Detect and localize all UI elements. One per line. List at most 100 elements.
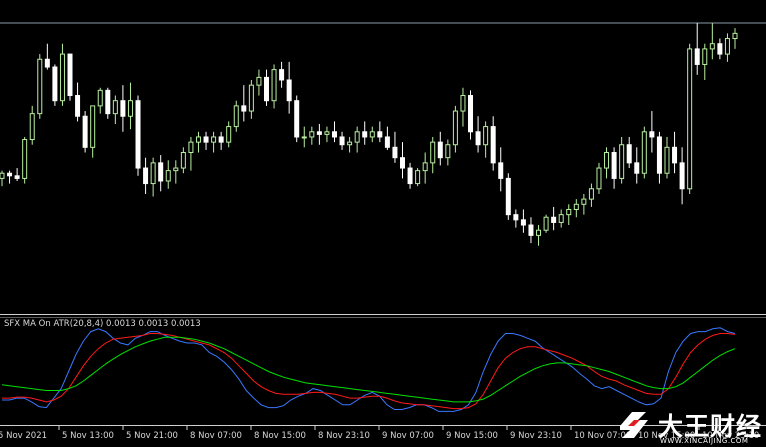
candle (641, 126, 647, 179)
price-chart[interactable] (0, 0, 766, 447)
candle (59, 43, 65, 106)
candle (271, 64, 277, 109)
candle (400, 142, 406, 179)
candle (331, 121, 337, 143)
candle (437, 131, 443, 166)
candle (127, 82, 133, 130)
candle (588, 183, 594, 207)
candle (611, 147, 617, 189)
candle (263, 69, 269, 106)
candle (490, 116, 496, 171)
time-axis-label: 5 Nov 13:00 (62, 431, 114, 441)
candle (7, 170, 13, 184)
candle (143, 157, 149, 194)
candle (656, 131, 662, 184)
candle (369, 126, 375, 143)
candle (445, 139, 451, 166)
candle (14, 168, 20, 181)
candlestick-series (0, 23, 738, 246)
candle (415, 168, 421, 187)
candle (218, 131, 224, 150)
candle (384, 126, 390, 150)
candle (347, 136, 353, 153)
candle (233, 100, 239, 132)
candle (483, 121, 489, 158)
indicator-label: SFX MA On ATR(20,8,4) 0.0013 0.0013 0.00… (4, 319, 201, 329)
candle (619, 136, 625, 184)
candle (520, 209, 526, 233)
candle (528, 217, 534, 244)
candle (120, 85, 126, 132)
candle (475, 116, 481, 153)
candle (407, 162, 413, 189)
candle (188, 136, 194, 171)
time-axis-label: 8 Nov 23:10 (318, 431, 370, 441)
candle (724, 33, 730, 62)
candle (279, 61, 285, 88)
candle (604, 147, 610, 179)
candle (362, 121, 368, 145)
time-axis-label: 5 Nov 2021 (0, 431, 48, 441)
candle (672, 131, 678, 174)
candle (460, 87, 466, 127)
time-axis-label: 9 Nov 07:00 (382, 431, 434, 441)
candle (158, 155, 164, 192)
candle (82, 111, 88, 153)
candle (679, 147, 685, 205)
time-axis-label: 9 Nov 23:10 (510, 431, 562, 441)
candle (150, 157, 156, 197)
candle (22, 136, 28, 184)
candle (566, 204, 572, 226)
candle (339, 131, 345, 150)
candle (241, 85, 247, 122)
candle (180, 147, 186, 174)
candle (536, 225, 542, 246)
candle (452, 105, 458, 153)
candle (316, 124, 322, 145)
candle (702, 43, 708, 80)
candle (135, 95, 141, 176)
candle (226, 121, 232, 148)
candle (248, 79, 254, 119)
watermark: 大王财经 WWW.XINCAIJING.COM (612, 404, 766, 447)
candle (195, 131, 201, 153)
time-axis-label: 8 Nov 07:00 (190, 431, 242, 441)
candle (377, 121, 383, 143)
candle (105, 87, 111, 119)
indicator-line-3 (1, 336, 736, 403)
candle (165, 160, 171, 189)
candle (97, 87, 103, 114)
candle (392, 131, 398, 163)
candle (468, 90, 474, 140)
indicator-series (1, 327, 736, 412)
candle (67, 53, 73, 101)
candle (203, 131, 209, 150)
watermark-url: WWW.XINCAIJING.COM (660, 437, 749, 445)
candle (558, 209, 564, 228)
time-axis-label: 9 Nov 15:00 (446, 431, 498, 441)
candle (573, 199, 579, 218)
candle (543, 214, 549, 233)
candle (44, 43, 50, 70)
candle (732, 28, 738, 49)
candle (37, 54, 43, 119)
candle (29, 105, 35, 145)
candle (211, 131, 217, 153)
time-axis-label: 5 Nov 21:00 (126, 431, 178, 441)
candle (75, 82, 81, 122)
candle (294, 95, 300, 143)
chart-window[interactable]: SFX MA On ATR(20,8,4) 0.0013 0.0013 0.00… (0, 0, 766, 447)
candle (301, 126, 307, 148)
candle (112, 95, 118, 125)
candle (626, 136, 632, 169)
candle (324, 126, 330, 143)
candle (717, 38, 723, 60)
candle (422, 152, 428, 184)
candle (694, 23, 700, 75)
candle (256, 69, 262, 96)
candle (505, 173, 511, 220)
candle (513, 209, 519, 228)
candle (664, 136, 670, 179)
candle (634, 147, 640, 184)
indicator-line-2 (2, 333, 736, 410)
